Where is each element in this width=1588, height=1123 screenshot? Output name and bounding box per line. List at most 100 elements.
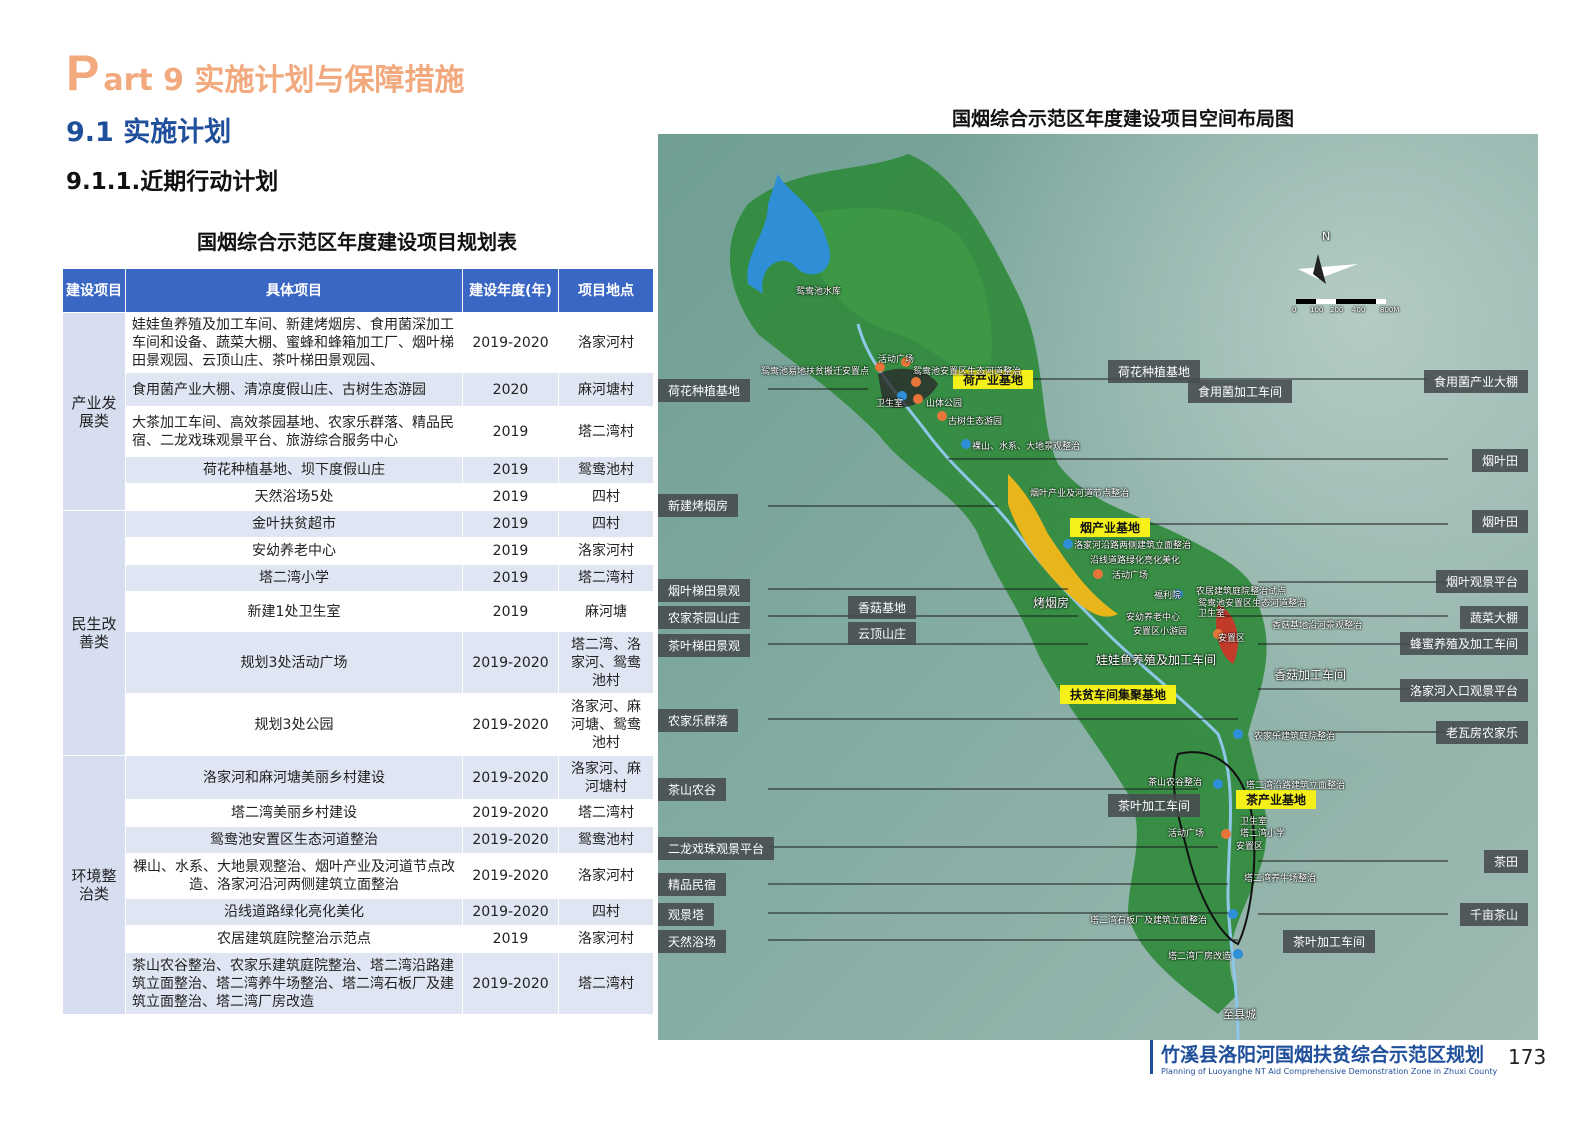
mid-label: 食用菌加工车间 xyxy=(1188,380,1293,403)
location-cell: 洛家河、麻河塘村 xyxy=(558,755,654,800)
location-cell: 鸳鸯池村 xyxy=(558,826,654,854)
scale-segment xyxy=(1316,299,1336,304)
location-cell: 塔二湾村 xyxy=(558,799,654,827)
project-cell: 金叶扶贫超市 xyxy=(125,510,463,538)
project-cell: 鸳鸯池安置区生态河道整治 xyxy=(125,826,463,854)
project-cell: 塔二湾美丽乡村建设 xyxy=(125,799,463,827)
plan-table: 建设项目 具体项目 建设年度(年) 项目地点 产业发展类 娃娃鱼养殖及加工车间、… xyxy=(62,268,654,1015)
project-cell: 沿线道路绿化亮化美化 xyxy=(125,898,463,926)
marker xyxy=(1221,829,1231,839)
marker xyxy=(1233,729,1243,739)
location-cell: 四村 xyxy=(558,510,654,538)
year-cell: 2019 xyxy=(462,456,559,484)
location-cell: 洛家河、麻河塘、鸳鸯池村 xyxy=(558,693,654,756)
small-label: 活动广场 xyxy=(1168,829,1205,839)
small-label: 烟叶产业及河道节点整治 xyxy=(1030,489,1130,499)
to-county-label: 至县城 xyxy=(1223,1008,1256,1021)
map-label-reservoir: 鸳鸯池水库 xyxy=(796,287,842,297)
column-header: 项目地点 xyxy=(558,268,654,313)
year-cell: 2019-2020 xyxy=(462,853,559,899)
small-label: 山体公园 xyxy=(926,399,963,409)
table-header-row: 建设项目 具体项目 建设年度(年) 项目地点 xyxy=(62,268,654,313)
location-cell: 鸳鸯池村 xyxy=(558,456,654,484)
year-cell: 2019 xyxy=(462,537,559,565)
table-row: 荷花种植基地、坝下度假山庄 2019 鸳鸯池村 xyxy=(63,456,654,484)
marker xyxy=(1233,949,1243,959)
table-row: 沿线道路绿化亮化美化 2019-2020 四村 xyxy=(63,898,654,926)
project-cell: 茶山农谷整治、农家乐建筑庭院整治、塔二湾沿路建筑立面整治、塔二湾养牛场整治、塔二… xyxy=(125,952,463,1015)
table-row: 农居建筑庭院整治示范点 2019 洛家河村 xyxy=(63,925,654,953)
small-label: 卫生室 xyxy=(876,399,904,409)
marker xyxy=(961,439,971,449)
map-title: 国烟综合示范区年度建设项目空间布局图 xyxy=(951,108,1294,130)
small-label: 古树生态游园 xyxy=(948,417,1003,427)
mid-label: 香菇基地 xyxy=(848,596,917,619)
scale-tick: 0 xyxy=(1292,306,1297,314)
column-header: 建设年度(年) xyxy=(462,268,559,313)
year-cell: 2019-2020 xyxy=(462,898,559,926)
footer-title: 竹溪县洛阳河国烟扶贫综合示范区规划 xyxy=(1161,1044,1485,1066)
small-label: 裸山、水系、大地景观整治 xyxy=(972,442,1081,452)
table-row: 环境整治类 洛家河和麻河塘美丽乡村建设 2019-2020 洛家河、麻河塘村 xyxy=(62,755,654,1015)
category-cell: 产业发展类 xyxy=(62,312,126,511)
year-cell: 2019-2020 xyxy=(462,952,559,1015)
right-label: 烟叶田 xyxy=(1471,510,1528,533)
table-row: 产业发展类 娃娃鱼养殖及加工车间、新建烤烟房、食用菌深加工车间和设备、蔬菜大棚、… xyxy=(62,312,654,511)
left-label: 二龙戏珠观景平台 xyxy=(658,837,775,860)
location-cell: 塔二湾、洛家河、鸳鸯池村 xyxy=(558,631,654,694)
year-cell: 2019-2020 xyxy=(462,799,559,827)
project-cell: 安幼养老中心 xyxy=(125,537,463,565)
project-cell: 农居建筑庭院整治示范点 xyxy=(125,925,463,953)
left-label: 农家乐群落 xyxy=(658,709,739,732)
yellow-label-tea-base: 茶产业基地 xyxy=(1236,790,1317,809)
location-cell: 洛家河村 xyxy=(558,925,654,953)
table-row: 大茶加工车间、高效茶园基地、农家乐群落、精品民宿、二龙戏珠观景平台、旅游综合服务… xyxy=(63,406,654,457)
mid-label: 茶叶加工车间 xyxy=(1108,794,1201,817)
scale-segment xyxy=(1376,299,1386,304)
location-cell: 麻河塘村 xyxy=(558,372,654,407)
year-cell: 2019 xyxy=(462,406,559,457)
right-label: 蜂蜜养殖及加工车间 xyxy=(1399,632,1528,655)
small-label: 香菇基地沿河景观整治 xyxy=(1272,621,1363,631)
right-label: 老瓦房农家乐 xyxy=(1435,721,1528,744)
location-cell: 塔二湾村 xyxy=(558,406,654,457)
column-header: 具体项目 xyxy=(125,268,463,313)
mid-label: 娃娃鱼养殖及加工车间 xyxy=(1096,653,1217,667)
mid-label: 烤烟房 xyxy=(1033,596,1070,610)
right-label: 千亩茶山 xyxy=(1459,903,1528,926)
project-cell: 规划3处公园 xyxy=(125,693,463,756)
project-layout-map: 鸳鸯池水库 N 0 100 200 400 800M 至县城 荷产业基地 烟产业… xyxy=(658,134,1538,1040)
year-cell: 2019 xyxy=(462,591,559,632)
marker xyxy=(911,377,921,387)
table-row: 塔二湾美丽乡村建设 2019-2020 塔二湾村 xyxy=(63,799,654,827)
table-row: 天然浴场5处 2019 四村 xyxy=(63,483,654,511)
location-cell: 麻河塘 xyxy=(558,591,654,632)
scale-bar xyxy=(1296,299,1386,304)
left-label: 茶山农谷 xyxy=(658,778,727,801)
marker xyxy=(1093,569,1103,579)
table-row: 裸山、水系、大地景观整治、烟叶产业及河道节点改造、洛家河沿河两侧建筑立面整治 2… xyxy=(63,853,654,899)
project-cell: 裸山、水系、大地景观整治、烟叶产业及河道节点改造、洛家河沿河两侧建筑立面整治 xyxy=(125,853,463,899)
marker xyxy=(1063,539,1073,549)
project-cell: 大茶加工车间、高效茶园基地、农家乐群落、精品民宿、二龙戏珠观景平台、旅游综合服务… xyxy=(125,406,463,457)
location-cell: 洛家河村 xyxy=(558,537,654,565)
table-row: 规划3处活动广场 2019-2020 塔二湾、洛家河、鸳鸯池村 xyxy=(63,631,654,694)
project-cell: 荷花种植基地、坝下度假山庄 xyxy=(125,456,463,484)
year-cell: 2019 xyxy=(462,510,559,538)
year-cell: 2019-2020 xyxy=(462,826,559,854)
year-cell: 2019 xyxy=(462,564,559,592)
small-label: 塔二湾小学 xyxy=(1240,829,1286,839)
location-cell: 四村 xyxy=(558,898,654,926)
yellow-label-poverty-workshop-base: 扶贫车间集聚基地 xyxy=(1060,685,1177,704)
table-row: 新建1处卫生室 2019 麻河塘 xyxy=(63,591,654,632)
right-label: 食用菌产业大棚 xyxy=(1423,370,1528,393)
project-cell: 娃娃鱼养殖及加工车间、新建烤烟房、食用菌深加工车间和设备、蔬菜大棚、蜜蜂和蜂箱加… xyxy=(125,312,463,373)
part-title: P art 9 实施计划与保障措施 xyxy=(66,44,465,101)
year-cell: 2020 xyxy=(462,372,559,407)
mid-label: 云顶山庄 xyxy=(848,622,917,645)
table-row: 茶山农谷整治、农家乐建筑庭院整治、塔二湾沿路建筑立面整治、塔二湾养牛场整治、塔二… xyxy=(63,952,654,1015)
small-label: 塔二湾养牛场整治 xyxy=(1244,874,1317,884)
small-label: 塔二湾厂房改造 xyxy=(1168,952,1232,962)
left-label: 精品民宿 xyxy=(658,873,727,896)
column-header: 建设项目 xyxy=(62,268,126,313)
